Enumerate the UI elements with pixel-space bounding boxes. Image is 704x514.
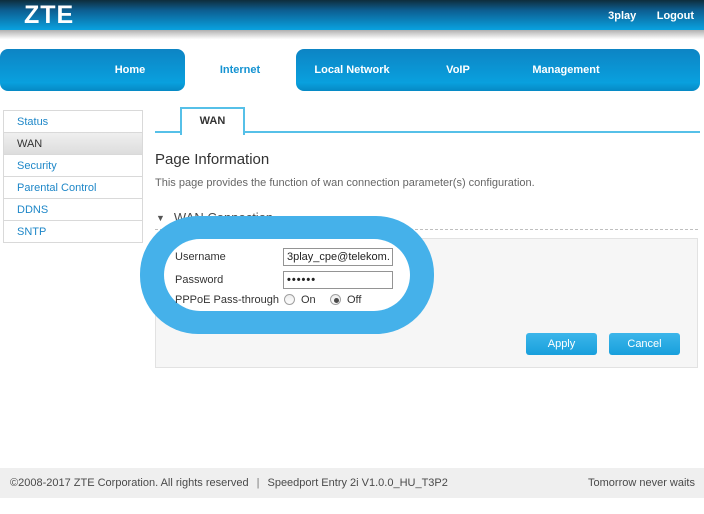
nav-segment-left	[0, 49, 185, 91]
sidebar-item-wan[interactable]: WAN	[4, 133, 142, 155]
sidebar-item-sntp[interactable]: SNTP	[4, 221, 142, 243]
nav-item-local-network[interactable]: Local Network	[314, 49, 389, 91]
sidebar-item-ddns[interactable]: DDNS	[4, 199, 142, 221]
sidebar-item-status[interactable]: Status	[4, 111, 142, 133]
main-nav: Home Internet Local Network VoIP Managem…	[0, 49, 704, 91]
pppoe-on-label[interactable]: On	[301, 294, 316, 306]
password-input[interactable]	[283, 271, 393, 289]
page-description: This page provides the function of wan c…	[155, 177, 535, 189]
router-admin-page: ZTE 3play Logout Home Internet Local Net…	[0, 0, 704, 514]
pppoe-off-label[interactable]: Off	[347, 294, 361, 306]
zte-logo: ZTE	[24, 0, 74, 30]
collapse-arrow-icon: ▼	[156, 213, 165, 223]
nav-item-voip[interactable]: VoIP	[446, 49, 470, 91]
nav-item-home[interactable]: Home	[115, 49, 146, 91]
footer-slogan: Tomorrow never waits	[588, 468, 695, 498]
sidebar-item-parental-control[interactable]: Parental Control	[4, 177, 142, 199]
pppoe-off-radio[interactable]	[330, 294, 341, 305]
logout-link[interactable]: Logout	[657, 10, 694, 22]
page-title: Page Information	[155, 151, 269, 168]
tab-wan[interactable]: WAN	[180, 107, 245, 135]
firmware-version: Speedport Entry 2i V1.0.0_HU_T3P2	[267, 477, 447, 489]
password-label: Password	[175, 274, 223, 286]
username-label: Username	[175, 251, 226, 263]
footer-bar: ©2008-2017 ZTE Corporation. All rights r…	[0, 468, 704, 498]
apply-button[interactable]: Apply	[526, 333, 597, 355]
account-name: 3play	[608, 10, 636, 22]
account-area: 3play Logout	[592, 0, 694, 30]
nav-item-management[interactable]: Management	[532, 49, 599, 91]
radio-dot-icon	[334, 298, 339, 303]
top-header-bar: ZTE 3play Logout	[0, 0, 704, 30]
copyright-text: ©2008-2017 ZTE Corporation. All rights r…	[10, 477, 249, 489]
content-tabbar: WAN	[155, 107, 700, 133]
pppoe-passthrough-label: PPPoE Pass-through	[175, 294, 279, 306]
cancel-button[interactable]: Cancel	[609, 333, 680, 355]
pppoe-on-radio[interactable]	[284, 294, 295, 305]
footer-left: ©2008-2017 ZTE Corporation. All rights r…	[10, 468, 448, 498]
nav-item-internet[interactable]: Internet	[220, 49, 260, 91]
sidebar-item-security[interactable]: Security	[4, 155, 142, 177]
sidebar: Status WAN Security Parental Control DDN…	[3, 110, 143, 243]
footer-separator: |	[257, 477, 260, 489]
header-shadow	[0, 30, 704, 41]
username-input[interactable]	[283, 248, 393, 266]
